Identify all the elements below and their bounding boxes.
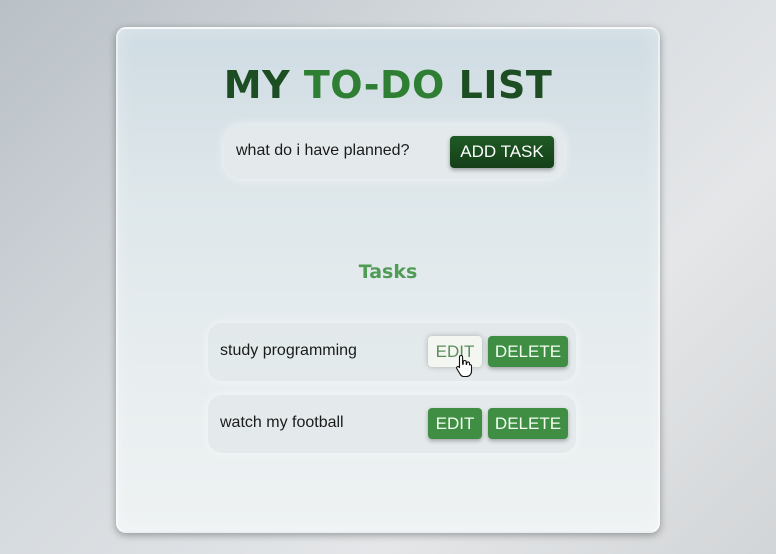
todo-card: MY TO-DO LIST ADD TASK Tasks study progr… — [116, 27, 660, 533]
task-item: watch my football EDIT DELETE — [208, 395, 576, 453]
tasks-heading: Tasks — [358, 261, 418, 283]
task-text: study programming — [220, 342, 357, 359]
task-item: study programming EDIT DELETE — [208, 323, 576, 381]
delete-button[interactable]: DELETE — [488, 408, 568, 439]
task-text: watch my football — [220, 414, 344, 431]
screen: MY TO-DO LIST ADD TASK Tasks study progr… — [0, 0, 776, 554]
add-task-button[interactable]: ADD TASK — [450, 136, 554, 168]
delete-button[interactable]: DELETE — [488, 336, 568, 367]
title-part-2: TO-DO — [303, 63, 445, 107]
task-input[interactable] — [236, 137, 436, 165]
add-task-form: ADD TASK — [224, 125, 564, 179]
app-title: MY TO-DO LIST — [118, 63, 658, 107]
hand-pointer-icon — [456, 354, 473, 378]
edit-button[interactable]: EDIT — [428, 408, 482, 439]
title-part-1: MY — [223, 63, 304, 107]
title-part-3: LIST — [444, 63, 553, 107]
